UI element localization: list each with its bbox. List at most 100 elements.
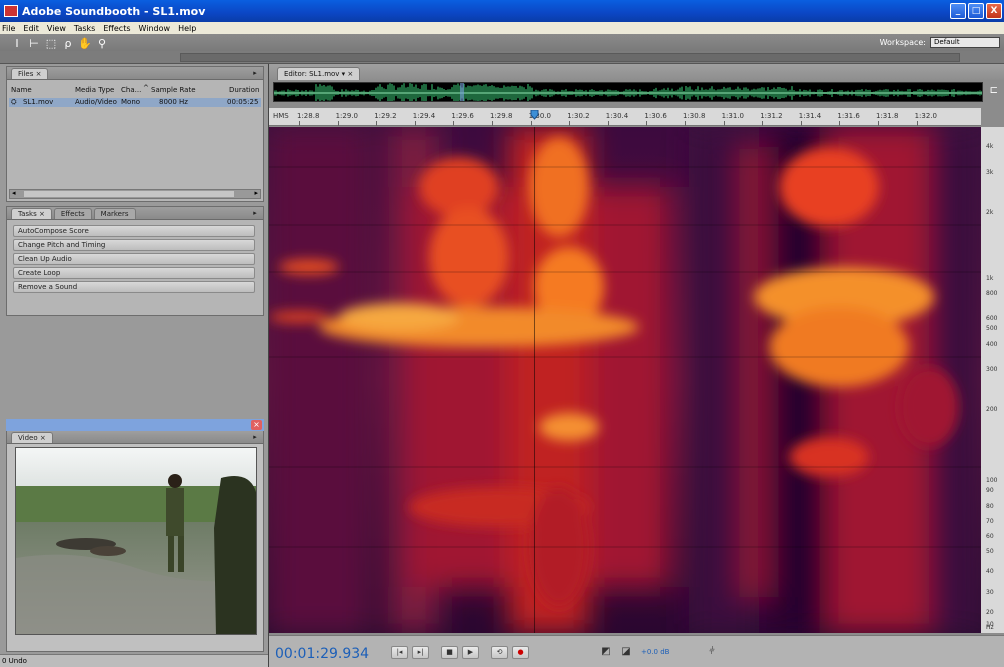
hand-tool-icon[interactable]: ✋ <box>78 37 92 50</box>
freq-label: 2k <box>986 209 994 217</box>
ruler-tick-mark <box>607 121 609 126</box>
tab-editor[interactable]: Editor: SL1.mov ▾ × <box>277 67 361 80</box>
snap-icon[interactable]: ⫩ <box>705 646 719 658</box>
task-create-loop[interactable]: Create Loop <box>13 267 255 279</box>
ruler-tick-mark <box>916 121 918 126</box>
loop-button[interactable]: ⟲ <box>491 646 508 659</box>
tab-video[interactable]: Video × <box>11 432 53 443</box>
menu-help[interactable]: Help <box>178 24 196 33</box>
go-to-start-button[interactable]: |◂ <box>391 646 408 659</box>
col-media-type[interactable]: Media Type <box>75 86 114 94</box>
lasso-tool-icon[interactable]: ρ <box>61 37 75 50</box>
waveform-view-icon[interactable]: ◪ <box>619 646 633 658</box>
tasks-panel: Tasks × Effects Markers ▸ AutoCompose Sc… <box>6 206 264 316</box>
col-sample-rate[interactable]: Sample Rate <box>151 86 196 94</box>
scroll-right-icon[interactable]: ▸ <box>254 189 258 197</box>
ruler-tick-label: 1:31.8 <box>876 112 899 120</box>
tab-files-label: Files <box>18 70 34 78</box>
waveform-overview[interactable] <box>273 82 983 102</box>
tab-files[interactable]: Files × <box>11 68 49 79</box>
panel-menu-icon[interactable]: ▸ <box>250 209 260 217</box>
transport-bar: 00:01:29.934 |◂ ▸| ■ ▶ ⟲ ● ◩ ◪ +0.0 dB ⫩ <box>269 635 1004 667</box>
ruler-tick-mark <box>376 121 378 126</box>
freq-label: 80 <box>986 502 994 510</box>
ruler-tick-label: 1:30.2 <box>567 112 590 120</box>
freq-label: 200 <box>986 406 998 414</box>
video-close-icon[interactable]: × <box>251 420 262 430</box>
playhead-line[interactable] <box>534 127 535 633</box>
ruler-tick-mark <box>685 121 686 126</box>
task-remove-sound[interactable]: Remove a Sound <box>13 281 255 293</box>
task-autocompose-score[interactable]: AutoCompose Score <box>13 225 255 237</box>
volume-readout[interactable]: +0.0 dB <box>641 648 669 656</box>
file-media-type: Audio/Video <box>75 98 117 106</box>
menu-effects[interactable]: Effects <box>103 24 130 33</box>
ruler-tick-mark <box>723 121 725 126</box>
stop-button[interactable]: ■ <box>441 646 458 659</box>
files-panel: Files × ▸ Name Media Type Cha... ^ Sampl… <box>6 66 264 202</box>
freq-label: 10 <box>986 621 994 629</box>
menu-view[interactable]: View <box>47 24 66 33</box>
record-button[interactable]: ● <box>512 646 529 659</box>
ruler-tick-mark <box>299 121 300 126</box>
workspace-dropdown[interactable]: Default <box>930 37 1000 48</box>
col-name[interactable]: Name <box>11 86 32 94</box>
file-name: SL1.mov <box>23 98 54 106</box>
freq-label: 300 <box>986 365 998 373</box>
col-duration[interactable]: Duration <box>229 86 259 94</box>
editor-panel: Editor: SL1.mov ▾ × ⊏ HMS 1:28.8 1:29.0 1:… <box>268 64 1004 667</box>
marquee-tool-icon[interactable]: ⬚ <box>44 37 58 50</box>
tab-video-label: Video <box>18 434 38 442</box>
go-to-end-button[interactable]: ▸| <box>412 646 429 659</box>
freq-label: 3k <box>986 168 994 176</box>
zoom-fit-icon[interactable]: ⊏ <box>990 85 998 96</box>
menu-file[interactable]: File <box>2 24 15 33</box>
task-clean-up-audio[interactable]: Clean Up Audio <box>13 253 255 265</box>
workspace-label: Workspace: <box>879 38 926 47</box>
scroll-thumb[interactable] <box>24 191 234 197</box>
video-preview <box>15 447 257 635</box>
ruler-tick-mark <box>337 121 339 126</box>
play-button[interactable]: ▶ <box>462 646 479 659</box>
app-icon <box>4 5 18 17</box>
close-button[interactable]: X <box>986 3 1002 19</box>
time-ruler[interactable]: HMS 1:28.8 1:29.0 1:29.2 1:29.4 1:29.6 1:29.8… <box>269 108 981 126</box>
ruler-tick-label: 1:31.2 <box>760 112 783 120</box>
spectral-display[interactable] <box>269 127 981 633</box>
window-title: Adobe Soundbooth - SL1.mov <box>22 4 206 18</box>
panel-menu-icon[interactable]: ▸ <box>250 433 260 441</box>
task-change-pitch[interactable]: Change Pitch and Timing <box>13 239 255 251</box>
tab-tasks[interactable]: Tasks × <box>11 208 52 219</box>
file-row[interactable]: ⛭ SL1.mov Audio/Video Mono 8000 Hz 00:05… <box>9 98 261 107</box>
zoom-tool-icon[interactable]: ⚲ <box>95 37 109 50</box>
maximize-button[interactable]: □ <box>968 3 984 19</box>
minimize-button[interactable]: _ <box>950 3 966 19</box>
ruler-tick-mark <box>492 121 493 126</box>
ruler-tick-label: 1:30.6 <box>644 112 667 120</box>
scroll-left-icon[interactable]: ◂ <box>12 189 16 197</box>
files-scrollbar[interactable]: ◂ ▸ <box>9 189 261 199</box>
tab-markers[interactable]: Markers <box>93 208 136 219</box>
ruler-tick-mark <box>878 121 879 126</box>
current-time-display[interactable]: 00:01:29.934 <box>275 646 369 662</box>
overview-visible-range[interactable] <box>460 83 464 101</box>
playhead-marker-icon[interactable] <box>530 110 539 120</box>
menu-window[interactable]: Window <box>139 24 171 33</box>
frequency-selection-tool-icon[interactable]: ⊢ <box>27 37 41 50</box>
tab-effects[interactable]: Effects <box>53 208 92 219</box>
col-channels[interactable]: Cha... <box>121 86 141 94</box>
ruler-tick-label: 1:28.8 <box>297 112 320 120</box>
freq-label: 20 <box>986 608 994 616</box>
spectral-view-icon[interactable]: ◩ <box>599 646 613 658</box>
editor-tabs: Editor: SL1.mov ▾ × <box>269 64 1004 80</box>
window-controls: _ □ X <box>950 3 1002 19</box>
menu-tasks[interactable]: Tasks <box>74 24 95 33</box>
sort-ascending-icon: ^ <box>143 84 149 92</box>
ruler-tick-label: 1:29.8 <box>490 112 513 120</box>
panel-menu-icon[interactable]: ▸ <box>250 69 260 77</box>
freq-label: 50 <box>986 548 994 556</box>
menu-edit[interactable]: Edit <box>23 24 39 33</box>
ruler-tick-label: 1:29.2 <box>374 112 397 120</box>
time-selection-tool-icon[interactable]: I <box>10 37 24 50</box>
toolbar-track <box>180 53 960 62</box>
